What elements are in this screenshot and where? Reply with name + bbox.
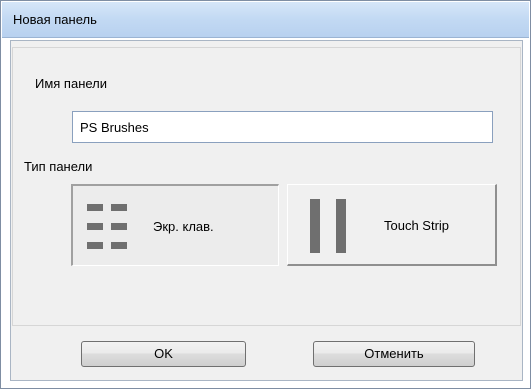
panel-type-onscreen-keys-button[interactable]: Экр. клав. (71, 184, 279, 266)
onscreen-keys-label: Экр. клав. (153, 219, 214, 234)
panel-type-label: Тип панели (24, 159, 93, 174)
ok-button[interactable]: OK (81, 341, 246, 367)
title-bar[interactable]: Новая панель (2, 2, 529, 38)
touch-strip-icon (310, 199, 348, 253)
new-panel-dialog: Новая панель Имя панели Тип панели Экр. … (0, 0, 531, 389)
panel-name-label: Имя панели (35, 76, 108, 91)
window-title: Новая панель (13, 12, 97, 27)
keyboard-grid-icon (87, 204, 139, 250)
touch-strip-label: Touch Strip (384, 218, 450, 233)
panel-type-touch-strip-button[interactable]: Touch Strip (287, 184, 497, 266)
cancel-button[interactable]: Отменить (313, 341, 475, 367)
panel-name-input[interactable] (72, 111, 493, 143)
